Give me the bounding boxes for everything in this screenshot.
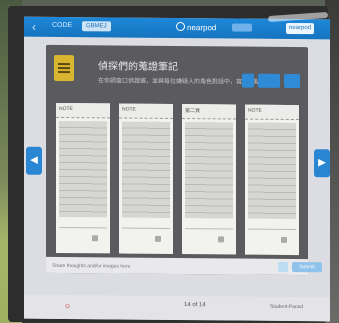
post-card[interactable]: NOTE bbox=[245, 104, 299, 256]
app-logo[interactable]: nearpod bbox=[176, 21, 217, 33]
handwritten-note-image bbox=[185, 122, 233, 219]
post-card[interactable]: NOTE bbox=[119, 103, 173, 254]
card-label: NOTE bbox=[122, 106, 136, 113]
card-divider bbox=[248, 228, 296, 231]
like-icon[interactable] bbox=[155, 235, 161, 242]
bottom-bar: ☺ 14 of 14 Student-Paced bbox=[24, 294, 330, 322]
like-icon[interactable] bbox=[218, 236, 224, 243]
card-divider bbox=[185, 228, 233, 230]
handwritten-note-image bbox=[59, 120, 107, 218]
code-label: CODE bbox=[52, 21, 73, 30]
back-arrow-icon[interactable]: ‹ bbox=[32, 20, 36, 34]
board-subtitle: 在你調查口供證據，並與每位嫌疑人的角色對話中，寫出重點 bbox=[98, 78, 261, 86]
session-code-badge: GBMEJ bbox=[82, 21, 111, 32]
like-icon[interactable] bbox=[92, 235, 98, 242]
app-screen: ‹ CODE GBMEJ nearpod nearpod ◀ ▶ 偵探們的蒐證筆… bbox=[24, 16, 330, 322]
notes-document-icon bbox=[54, 54, 74, 82]
post-card[interactable]: 第二頁 bbox=[182, 104, 236, 255]
like-icon[interactable] bbox=[281, 236, 287, 243]
brand-badge: nearpod bbox=[286, 22, 315, 35]
smartboard-frame: ‹ CODE GBMEJ nearpod nearpod ◀ ▶ 偵探們的蒐證筆… bbox=[8, 6, 330, 322]
handwritten-note-image bbox=[122, 121, 170, 218]
next-slide-button[interactable]: ▶ bbox=[314, 149, 330, 178]
card-divider bbox=[59, 226, 107, 229]
card-header: NOTE bbox=[56, 102, 110, 119]
page-indicator: 14 of 14 bbox=[184, 302, 206, 309]
presenter-icon[interactable]: ☺ bbox=[64, 303, 71, 310]
edit-button[interactable] bbox=[242, 73, 254, 88]
handwritten-note-image bbox=[248, 122, 296, 220]
image-upload-icon[interactable] bbox=[278, 261, 288, 272]
compose-bar bbox=[46, 256, 308, 276]
card-label: 第二頁 bbox=[185, 108, 201, 115]
post-input[interactable] bbox=[52, 260, 242, 272]
student-paced-toggle[interactable]: Student-Paced bbox=[270, 304, 303, 310]
submit-button[interactable]: Submit bbox=[292, 262, 322, 273]
card-header: NOTE bbox=[119, 103, 173, 119]
status-pill[interactable] bbox=[232, 23, 252, 32]
card-divider bbox=[122, 227, 170, 229]
post-card[interactable]: NOTE bbox=[56, 102, 110, 254]
logo-mark-icon bbox=[176, 21, 185, 32]
previous-slide-button[interactable]: ◀ bbox=[26, 146, 42, 175]
collaborate-board: 偵探們的蒐證筆記 在你調查口供證據，並與每位嫌疑人的角色對話中，寫出重點 NOT… bbox=[46, 44, 308, 276]
card-label: NOTE bbox=[59, 105, 73, 113]
board-title: 偵探們的蒐證筆記 bbox=[98, 61, 178, 74]
card-header: NOTE bbox=[245, 104, 299, 121]
logo-text: nearpod bbox=[187, 23, 217, 33]
card-label: NOTE bbox=[248, 107, 262, 114]
settings-button[interactable] bbox=[284, 73, 300, 89]
card-header: 第二頁 bbox=[182, 104, 236, 120]
add-post-button[interactable] bbox=[258, 73, 280, 88]
posts-grid: NOTE NOTE 第二頁 NOTE bbox=[56, 102, 300, 256]
